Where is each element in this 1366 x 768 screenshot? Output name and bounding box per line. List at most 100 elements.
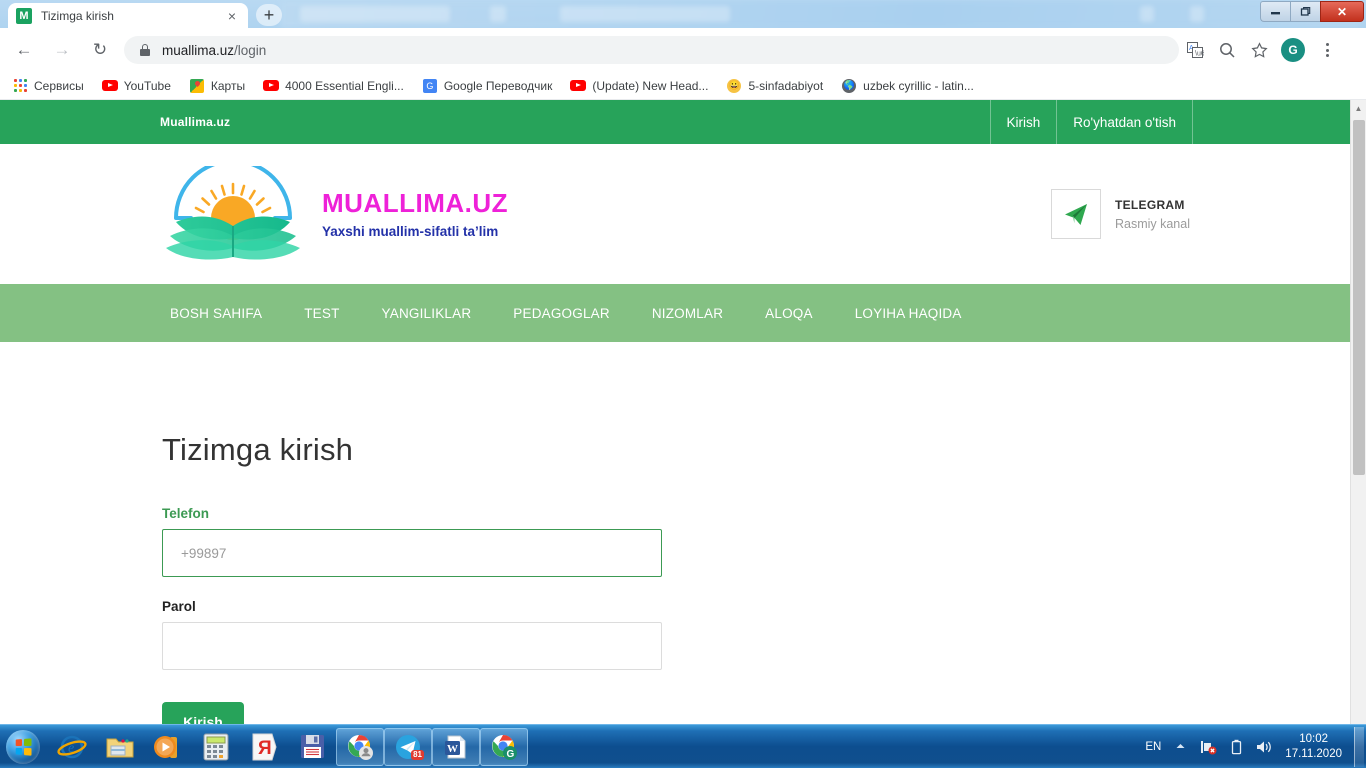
scrollbar-thumb[interactable] bbox=[1353, 120, 1365, 475]
speaker-icon[interactable] bbox=[1256, 740, 1272, 754]
profile-avatar[interactable]: G bbox=[1281, 38, 1305, 62]
chrome-profile-icon[interactable] bbox=[336, 727, 384, 766]
scroll-up-arrow-icon[interactable]: ▲ bbox=[1351, 100, 1366, 117]
translate-icon[interactable]: A\u6587 bbox=[1179, 34, 1211, 66]
media-player-icon[interactable] bbox=[144, 728, 192, 766]
ghost-tab-2[interactable] bbox=[560, 6, 730, 22]
tray-language[interactable]: EN bbox=[1145, 741, 1161, 753]
site-logo[interactable]: MUALLIMA.UZ Yaxshi muallim-sifatli ta’li… bbox=[160, 159, 508, 262]
address-bar-url: muallima.uz/login bbox=[162, 43, 266, 58]
ghost-tab-1-close[interactable] bbox=[490, 6, 506, 22]
active-tab[interactable]: M Tizimga kirish × bbox=[8, 3, 248, 28]
internet-explorer-icon[interactable]: e bbox=[48, 728, 96, 766]
battery-icon[interactable] bbox=[1231, 739, 1242, 755]
logo-title: MUALLIMA.UZ bbox=[322, 188, 509, 219]
bookmark-item[interactable]: 4000 Essential Engli... bbox=[263, 78, 404, 94]
windows-start-orb-icon bbox=[6, 729, 40, 764]
topnav-spacer bbox=[1192, 100, 1350, 144]
google-translate-icon: G bbox=[422, 78, 438, 94]
new-tab-button[interactable]: + bbox=[256, 4, 282, 26]
topnav-link-kirish[interactable]: Kirish bbox=[989, 100, 1057, 144]
calculator-icon[interactable] bbox=[192, 728, 240, 766]
windows-explorer-icon[interactable] bbox=[96, 728, 144, 766]
system-tray: EN 10:02 17.11.2020 bbox=[1138, 726, 1366, 767]
page-scrollbar[interactable]: ▲ bbox=[1350, 100, 1366, 724]
page-viewport: Muallima.uz Kirish Ro'yhatdan o'tish MUA… bbox=[0, 100, 1366, 724]
toolbar-actions: A\u6587 G bbox=[1179, 34, 1343, 66]
kebab-menu-icon[interactable] bbox=[1311, 34, 1343, 66]
word-icon[interactable]: W bbox=[432, 727, 480, 766]
zoom-out-icon[interactable] bbox=[1211, 34, 1243, 66]
site-brand[interactable]: Muallima.uz bbox=[0, 100, 990, 144]
site-main-menu: BOSH SAHIFA TEST YANGILIKLAR PEDAGOGLAR … bbox=[0, 284, 1350, 342]
reload-icon[interactable]: ↻ bbox=[86, 36, 114, 64]
site-topnav: Kirish Ro'yhatdan o'tish bbox=[989, 100, 1351, 144]
phone-input[interactable] bbox=[162, 529, 662, 577]
bookmark-item[interactable]: YouTube bbox=[101, 78, 171, 94]
bookmark-label: Google Переводчик bbox=[443, 78, 553, 93]
menu-item-test[interactable]: TEST bbox=[304, 306, 339, 321]
taskbar-clock[interactable]: 10:02 17.11.2020 bbox=[1285, 732, 1342, 762]
window-controls: ✕ bbox=[1260, 1, 1364, 23]
menu-item-yangiliklar[interactable]: YANGILIKLAR bbox=[382, 306, 472, 321]
ghost-tab-2-close[interactable] bbox=[1140, 6, 1154, 22]
show-desktop-button[interactable] bbox=[1354, 726, 1364, 767]
clock-date: 17.11.2020 bbox=[1285, 747, 1342, 760]
bookmark-label: 5-sinfadabiyot bbox=[748, 78, 824, 93]
yandex-browser-icon[interactable]: Я bbox=[240, 728, 288, 766]
logo-text-block: MUALLIMA.UZ Yaxshi muallim-sifatli ta’li… bbox=[322, 189, 508, 239]
windows-start-button[interactable] bbox=[2, 728, 44, 766]
menu-item-pedagoglar[interactable]: PEDAGOGLAR bbox=[513, 306, 610, 321]
telegram-badge: 81 bbox=[411, 749, 424, 760]
forward-icon[interactable]: → bbox=[48, 36, 76, 64]
lock-icon bbox=[138, 43, 152, 57]
menu-item-aloqa[interactable]: ALOQA bbox=[765, 306, 813, 321]
bookmark-item[interactable]: Сервисы bbox=[12, 78, 84, 94]
bookmark-label: uzbek cyrillic - latin... bbox=[863, 78, 974, 93]
svg-text:Я: Я bbox=[258, 738, 272, 759]
password-input[interactable] bbox=[162, 622, 662, 670]
telegram-channel-block[interactable]: TELEGRAM Rasmiy kanal bbox=[1050, 189, 1190, 239]
window-restore-button[interactable] bbox=[1290, 1, 1320, 22]
bookmark-item[interactable]: 😀 5-sinfadabiyot bbox=[726, 78, 823, 94]
bookmark-item[interactable]: G Google Переводчик bbox=[422, 78, 553, 94]
tab-close-icon[interactable]: × bbox=[224, 8, 240, 24]
menu-item-bosh-sahifa[interactable]: BOSH SAHIFA bbox=[170, 306, 262, 321]
network-disconnected-icon[interactable] bbox=[1200, 739, 1217, 755]
logo-subtitle: Yaxshi muallim-sifatli ta’lim bbox=[322, 223, 499, 239]
page-content: Muallima.uz Kirish Ro'yhatdan o'tish MUA… bbox=[0, 100, 1350, 724]
address-bar[interactable]: muallima.uz/login bbox=[124, 36, 1179, 64]
site-topbar: Muallima.uz Kirish Ro'yhatdan o'tish bbox=[0, 100, 1350, 144]
back-icon[interactable]: ← bbox=[10, 36, 38, 64]
tab-favicon-icon: M bbox=[16, 7, 32, 24]
ghost-tab-1[interactable] bbox=[300, 6, 450, 22]
page-title: Tizimga kirish bbox=[162, 432, 354, 467]
save-floppy-icon[interactable] bbox=[288, 728, 336, 766]
menu-item-nizomlar[interactable]: NIZOMLAR bbox=[652, 306, 723, 321]
globe-icon: 🌎 bbox=[841, 78, 857, 94]
browser-tabstrip: M Tizimga kirish × + ✕ bbox=[0, 0, 1366, 28]
bookmark-item[interactable]: Карты bbox=[189, 78, 245, 94]
bookmark-item[interactable]: 🌎 uzbek cyrillic - latin... bbox=[841, 78, 974, 94]
svg-text:G: G bbox=[507, 749, 515, 760]
bookmarks-bar: Сервисы YouTube Карты 4000 Essential Eng… bbox=[0, 72, 1366, 100]
window-minimize-button[interactable] bbox=[1260, 1, 1290, 22]
svg-text:W: W bbox=[447, 743, 458, 755]
youtube-icon bbox=[101, 78, 118, 94]
window-close-button[interactable]: ✕ bbox=[1320, 1, 1364, 22]
bookmark-item[interactable]: (Update) New Head... bbox=[570, 78, 708, 94]
field-spacer bbox=[162, 577, 662, 599]
login-submit-button[interactable]: Kirish bbox=[162, 702, 244, 724]
chrome-google-icon[interactable]: G bbox=[480, 727, 528, 766]
tray-show-hidden-icon[interactable] bbox=[1175, 741, 1186, 752]
topnav-link-royhatdan-otish[interactable]: Ro'yhatdan o'tish bbox=[1056, 100, 1192, 144]
bookmark-label: Сервисы bbox=[34, 78, 84, 93]
telegram-icon[interactable]: 81 bbox=[384, 727, 432, 766]
svg-text:e: e bbox=[68, 741, 74, 756]
site-logo-band: MUALLIMA.UZ Yaxshi muallim-sifatli ta’li… bbox=[0, 144, 1350, 284]
menu-item-loyiha-haqida[interactable]: LOYIHA HAQIDA bbox=[855, 306, 962, 321]
password-field-label: Parol bbox=[162, 599, 196, 614]
ghost-tab-3-close[interactable] bbox=[1190, 6, 1204, 22]
bookmark-label: 4000 Essential Engli... bbox=[285, 78, 404, 93]
bookmark-star-icon[interactable] bbox=[1243, 34, 1275, 66]
